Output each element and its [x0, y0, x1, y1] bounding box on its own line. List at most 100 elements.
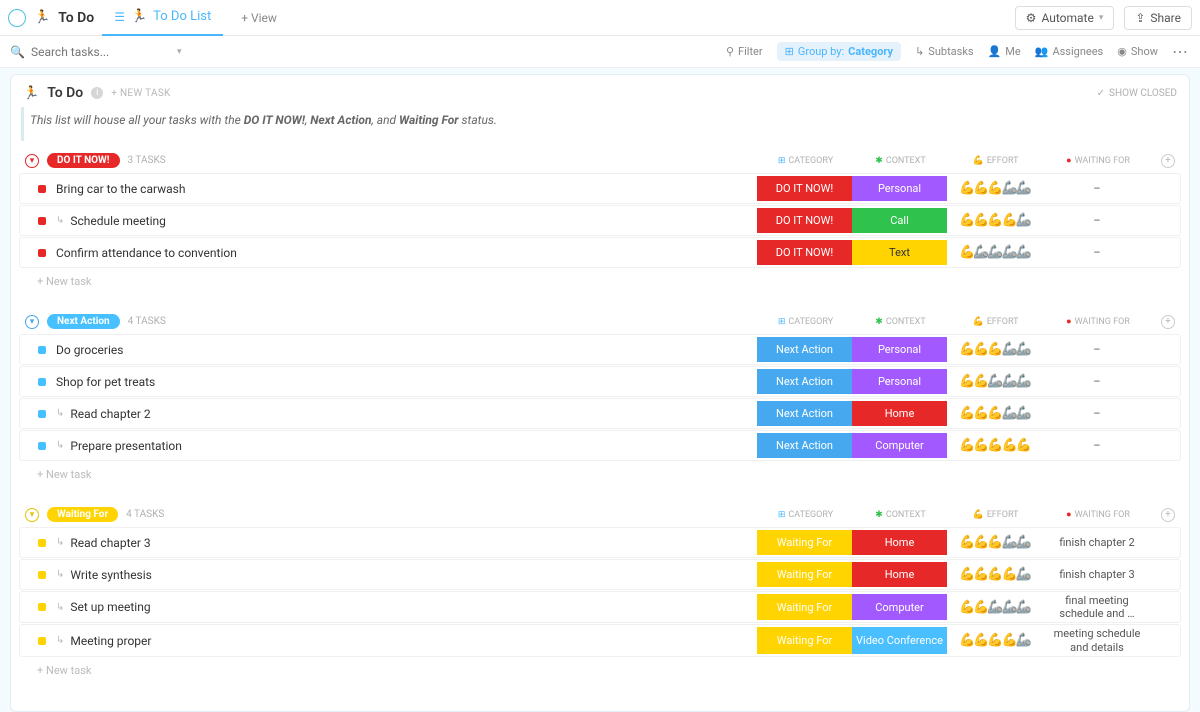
- col-context[interactable]: ✱ CONTEXT: [853, 156, 948, 166]
- automate-button[interactable]: ⚙ Automate ▾: [1015, 6, 1115, 30]
- task-name[interactable]: Set up meeting: [70, 600, 757, 614]
- task-row[interactable]: ↳ Set up meeting Waiting For Computer 💪💪…: [19, 591, 1181, 623]
- more-icon[interactable]: ⋯: [1172, 42, 1190, 61]
- col-waiting[interactable]: ● WAITING FOR: [1043, 316, 1153, 327]
- status-square[interactable]: [38, 603, 46, 611]
- category-badge[interactable]: Next Action: [757, 337, 852, 362]
- share-button[interactable]: ⇪ Share: [1124, 6, 1192, 30]
- new-task-row[interactable]: + New task: [19, 658, 1181, 683]
- category-badge[interactable]: Next Action: [757, 401, 852, 426]
- waiting-value[interactable]: –: [1042, 246, 1152, 259]
- col-category[interactable]: ⊞ CATEGORY: [758, 510, 853, 520]
- effort-value[interactable]: 💪💪💪🦾🦾: [947, 342, 1042, 357]
- category-badge[interactable]: Next Action: [757, 433, 852, 458]
- task-row[interactable]: ↳ Prepare presentation Next Action Compu…: [19, 430, 1181, 461]
- task-row[interactable]: Do groceries Next Action Personal 💪💪💪🦾🦾 …: [19, 334, 1181, 365]
- chevron-down-icon[interactable]: ▾: [177, 47, 182, 57]
- col-waiting[interactable]: ● WAITING FOR: [1043, 155, 1153, 166]
- waiting-value[interactable]: –: [1042, 375, 1152, 388]
- effort-value[interactable]: 💪💪💪🦾🦾: [947, 181, 1042, 196]
- waiting-value[interactable]: finish chapter 3: [1042, 568, 1152, 581]
- task-name[interactable]: Schedule meeting: [70, 214, 757, 228]
- status-square[interactable]: [38, 249, 46, 257]
- status-square[interactable]: [38, 637, 46, 645]
- task-name[interactable]: Write synthesis: [70, 568, 757, 582]
- task-name[interactable]: Confirm attendance to convention: [56, 246, 757, 260]
- context-badge[interactable]: Home: [852, 530, 947, 555]
- col-category[interactable]: ⊞ CATEGORY: [758, 156, 853, 166]
- col-category[interactable]: ⊞ CATEGORY: [758, 317, 853, 327]
- category-badge[interactable]: Next Action: [757, 369, 852, 394]
- context-badge[interactable]: Video Conference: [852, 627, 947, 653]
- show-closed-button[interactable]: ✓SHOW CLOSED: [1097, 88, 1177, 99]
- task-row[interactable]: ↳ Meeting proper Waiting For Video Confe…: [19, 624, 1181, 656]
- context-badge[interactable]: Personal: [852, 337, 947, 362]
- context-badge[interactable]: Call: [852, 208, 947, 233]
- context-badge[interactable]: Text: [852, 240, 947, 265]
- context-badge[interactable]: Computer: [852, 433, 947, 458]
- context-badge[interactable]: Personal: [852, 369, 947, 394]
- task-name[interactable]: Shop for pet treats: [56, 375, 757, 389]
- effort-value[interactable]: 💪💪🦾🦾🦾: [947, 374, 1042, 389]
- context-badge[interactable]: Home: [852, 562, 947, 587]
- status-square[interactable]: [38, 217, 46, 225]
- group-pill[interactable]: Next Action: [47, 314, 120, 329]
- me-button[interactable]: 👤Me: [988, 45, 1021, 58]
- status-square[interactable]: [38, 571, 46, 579]
- effort-value[interactable]: 💪💪💪🦾🦾: [947, 535, 1042, 550]
- task-name[interactable]: Read chapter 3: [70, 536, 757, 550]
- task-row[interactable]: Bring car to the carwash DO IT NOW! Pers…: [19, 173, 1181, 204]
- tab-todo-list[interactable]: ☰ 🏃 To Do List: [102, 0, 223, 36]
- waiting-value[interactable]: finish chapter 2: [1042, 536, 1152, 549]
- col-effort[interactable]: 💪 EFFORT: [948, 317, 1043, 327]
- waiting-value[interactable]: –: [1042, 214, 1152, 227]
- task-name[interactable]: Prepare presentation: [70, 439, 757, 453]
- collapse-icon[interactable]: ▾: [25, 508, 39, 522]
- group-by-button[interactable]: ⊞Group by: Category: [777, 42, 901, 61]
- effort-value[interactable]: 💪🦾🦾🦾🦾: [947, 245, 1042, 260]
- waiting-value[interactable]: final meeting schedule and …: [1042, 594, 1152, 620]
- context-badge[interactable]: Home: [852, 401, 947, 426]
- show-button[interactable]: ◉Show: [1117, 45, 1158, 58]
- add-column-button[interactable]: +: [1161, 154, 1175, 168]
- category-badge[interactable]: DO IT NOW!: [757, 208, 852, 233]
- task-name[interactable]: Meeting proper: [70, 634, 757, 648]
- info-icon[interactable]: i: [91, 87, 103, 99]
- assignees-button[interactable]: 👥Assignees: [1035, 45, 1104, 58]
- new-task-row[interactable]: + New task: [19, 269, 1181, 294]
- task-name[interactable]: Read chapter 2: [70, 407, 757, 421]
- search-box[interactable]: 🔍 ▾: [10, 45, 181, 59]
- col-context[interactable]: ✱ CONTEXT: [853, 510, 948, 520]
- category-badge[interactable]: Waiting For: [757, 627, 852, 653]
- status-square[interactable]: [38, 539, 46, 547]
- col-context[interactable]: ✱ CONTEXT: [853, 317, 948, 327]
- col-effort[interactable]: 💪 EFFORT: [948, 156, 1043, 166]
- waiting-value[interactable]: –: [1042, 182, 1152, 195]
- col-waiting[interactable]: ● WAITING FOR: [1043, 509, 1153, 520]
- status-square[interactable]: [38, 185, 46, 193]
- add-column-button[interactable]: +: [1161, 508, 1175, 522]
- new-task-button[interactable]: + NEW TASK: [111, 88, 170, 99]
- effort-value[interactable]: 💪💪🦾🦾🦾: [947, 600, 1042, 615]
- waiting-value[interactable]: –: [1042, 407, 1152, 420]
- task-name[interactable]: Do groceries: [56, 343, 757, 357]
- task-row[interactable]: ↳ Read chapter 2 Next Action Home 💪💪💪🦾🦾 …: [19, 398, 1181, 429]
- search-input[interactable]: [31, 45, 171, 59]
- status-square[interactable]: [38, 410, 46, 418]
- add-column-button[interactable]: +: [1161, 315, 1175, 329]
- collapse-icon[interactable]: ▾: [25, 315, 39, 329]
- waiting-value[interactable]: –: [1042, 343, 1152, 356]
- waiting-value[interactable]: meeting schedule and details: [1042, 627, 1152, 653]
- task-row[interactable]: ↳ Read chapter 3 Waiting For Home 💪💪💪🦾🦾 …: [19, 527, 1181, 558]
- task-row[interactable]: Shop for pet treats Next Action Personal…: [19, 366, 1181, 397]
- category-badge[interactable]: DO IT NOW!: [757, 176, 852, 201]
- effort-value[interactable]: 💪💪💪💪🦾: [947, 633, 1042, 648]
- context-badge[interactable]: Computer: [852, 594, 947, 620]
- effort-value[interactable]: 💪💪💪🦾🦾: [947, 406, 1042, 421]
- task-name[interactable]: Bring car to the carwash: [56, 182, 757, 196]
- add-view-button[interactable]: + View: [231, 11, 287, 25]
- effort-value[interactable]: 💪💪💪💪🦾: [947, 213, 1042, 228]
- category-badge[interactable]: Waiting For: [757, 594, 852, 620]
- status-square[interactable]: [38, 346, 46, 354]
- status-square[interactable]: [38, 378, 46, 386]
